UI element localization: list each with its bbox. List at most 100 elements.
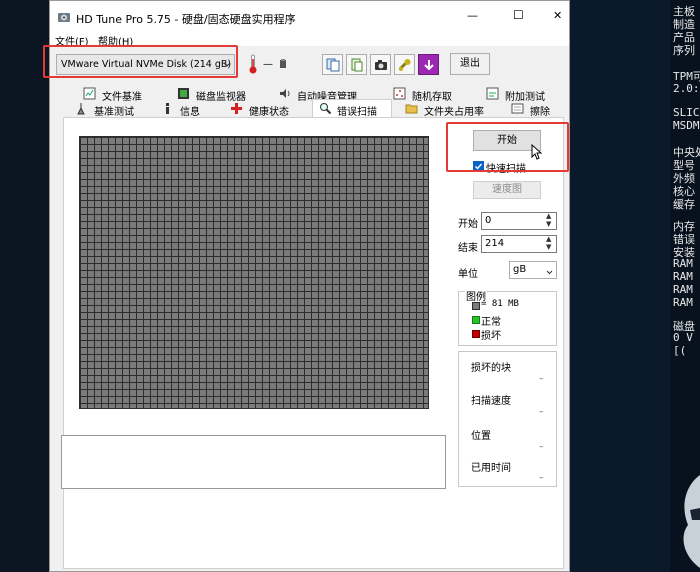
tab-label: 磁盘监视器 (196, 92, 246, 103)
spinner-arrows-icon[interactable]: ▲ ▼ (546, 212, 551, 228)
copy-info-button[interactable] (322, 54, 343, 75)
scan-block-grid (79, 136, 429, 409)
console-line: RAM (673, 283, 693, 296)
console-line: 0 V (673, 331, 693, 344)
title-bar: HD Tune Pro 5.75 - 硬盘/固态硬盘实用程序 — ☐ ✕ (50, 1, 569, 32)
console-line: 序列 (673, 44, 695, 57)
tab-label: 文件夹占用率 (424, 107, 484, 118)
extra-tests-icon (486, 87, 499, 103)
legend-block-size: = 81 MB (481, 299, 519, 309)
erase-icon (511, 102, 524, 118)
console-line: 2.0: (673, 82, 700, 95)
tab-label: 基准测试 (94, 107, 134, 118)
save-log-button[interactable] (346, 54, 367, 75)
tab-extra-tests[interactable]: 附加测试 (486, 87, 566, 103)
benchmark-icon (75, 102, 88, 118)
start-input[interactable]: 0 ▲ ▼ (481, 212, 557, 230)
end-value: 214 (485, 238, 505, 249)
unit-value: gB (513, 264, 527, 275)
disk-select-highlight (43, 45, 238, 78)
info-icon (161, 102, 174, 118)
scan-speed-label: 扫描速度 (471, 396, 511, 407)
bad-blocks-label: 损坏的块 (471, 363, 511, 374)
scan-speed-value: – (539, 407, 544, 417)
screenshot-button[interactable] (370, 54, 391, 75)
random-access-icon (393, 87, 406, 103)
unit-select[interactable]: gB (509, 261, 557, 279)
arrow-down-icon (422, 58, 436, 75)
console-line: RAM (673, 257, 693, 270)
tab-label: 文件基准 (102, 92, 142, 103)
tab-disk-monitor[interactable]: 磁盘监视器 (177, 87, 267, 103)
position-value: – (539, 442, 544, 452)
stats-box: 损坏的块 – 扫描速度 – 位置 – 已用时间 – (458, 351, 557, 487)
tab-folder-usage[interactable]: 文件夹占用率 (405, 102, 505, 118)
options-button[interactable] (394, 54, 415, 75)
tab-file-benchmark[interactable]: 文件基准 (83, 87, 163, 103)
folder-icon (405, 102, 418, 118)
close-button[interactable]: ✕ (553, 9, 562, 22)
tab-label: 信息 (180, 107, 200, 118)
log-output-box[interactable] (61, 435, 446, 489)
speaker-icon (278, 87, 291, 103)
temperature-value: — (263, 59, 273, 70)
skull-art (678, 470, 700, 570)
tab-label: 附加测试 (505, 92, 545, 103)
health-cross-icon (230, 102, 243, 118)
legend-bad-label: 损坏 (481, 331, 501, 342)
console-line: RAM (673, 296, 693, 309)
chevron-down-icon (546, 267, 553, 278)
menu-bar: 文件(F) 帮助(H) (50, 32, 569, 48)
console-line: RAM (673, 270, 693, 283)
device-small-icon (278, 58, 288, 70)
tab-label: 擦除 (530, 107, 550, 118)
desktop-background (0, 0, 49, 572)
disk-monitor-icon (177, 87, 190, 103)
tab-random-access[interactable]: 随机存取 (393, 87, 473, 103)
console-line: SLIC (673, 106, 700, 119)
tab-info[interactable]: 信息 (161, 102, 221, 118)
tab-label: 随机存取 (412, 92, 452, 103)
tab-label: 错误扫描 (337, 107, 377, 118)
start-button-highlight (446, 122, 569, 172)
position-label: 位置 (471, 431, 491, 442)
console-line: MSDM (673, 119, 700, 132)
document-icon (350, 58, 364, 75)
tab-label: 健康状态 (249, 107, 289, 118)
end-input[interactable]: 214 ▲ ▼ (481, 235, 557, 253)
console-line: [( (673, 344, 687, 357)
maximize-button[interactable]: ☐ (513, 8, 524, 22)
tab-benchmark[interactable]: 基准测试 (75, 102, 155, 118)
tab-error-scan[interactable]: 错误扫描 (312, 99, 392, 118)
elapsed-time-label: 已用时间 (471, 463, 511, 474)
start-value: 0 (485, 215, 492, 226)
exit-button[interactable]: 退出 (450, 53, 490, 75)
copy-icon (326, 58, 340, 75)
window-title: HD Tune Pro 5.75 - 硬盘/固态硬盘实用程序 (76, 13, 296, 26)
spinner-arrows-icon[interactable]: ▲ ▼ (546, 235, 551, 251)
tab-health[interactable]: 健康状态 (230, 102, 310, 118)
camera-icon (374, 58, 388, 75)
wrench-icon (398, 58, 412, 75)
end-label: 结束 (458, 243, 478, 254)
legend-ok-swatch (472, 316, 480, 324)
elapsed-time-value: – (539, 473, 544, 483)
console-line: 缓存 (673, 198, 695, 211)
tab-erase[interactable]: 擦除 (511, 102, 561, 118)
hdtune-window: HD Tune Pro 5.75 - 硬盘/固态硬盘实用程序 — ☐ ✕ 文件(… (49, 0, 570, 572)
minimize-button[interactable]: — (467, 9, 478, 22)
background-console: 主板 制造 产品 序列 TPM可 2.0: SLIC MSDM 中央处 型号 外… (670, 0, 700, 572)
speed-map-button[interactable]: 速度图 (473, 181, 541, 199)
start-label: 开始 (458, 219, 478, 230)
bad-blocks-value: – (539, 374, 544, 384)
magnifier-icon (319, 102, 332, 118)
legend-ok-label: 正常 (481, 317, 501, 328)
file-benchmark-icon (83, 87, 96, 103)
legend-block-swatch (472, 302, 480, 310)
update-button[interactable] (418, 54, 439, 75)
unit-label: 单位 (458, 269, 478, 280)
legend-box: 图例 = 81 MB 正常 损坏 (458, 288, 557, 346)
thermometer-icon (248, 53, 258, 75)
hdtune-app-icon (57, 10, 71, 24)
legend-bad-swatch (472, 330, 480, 338)
